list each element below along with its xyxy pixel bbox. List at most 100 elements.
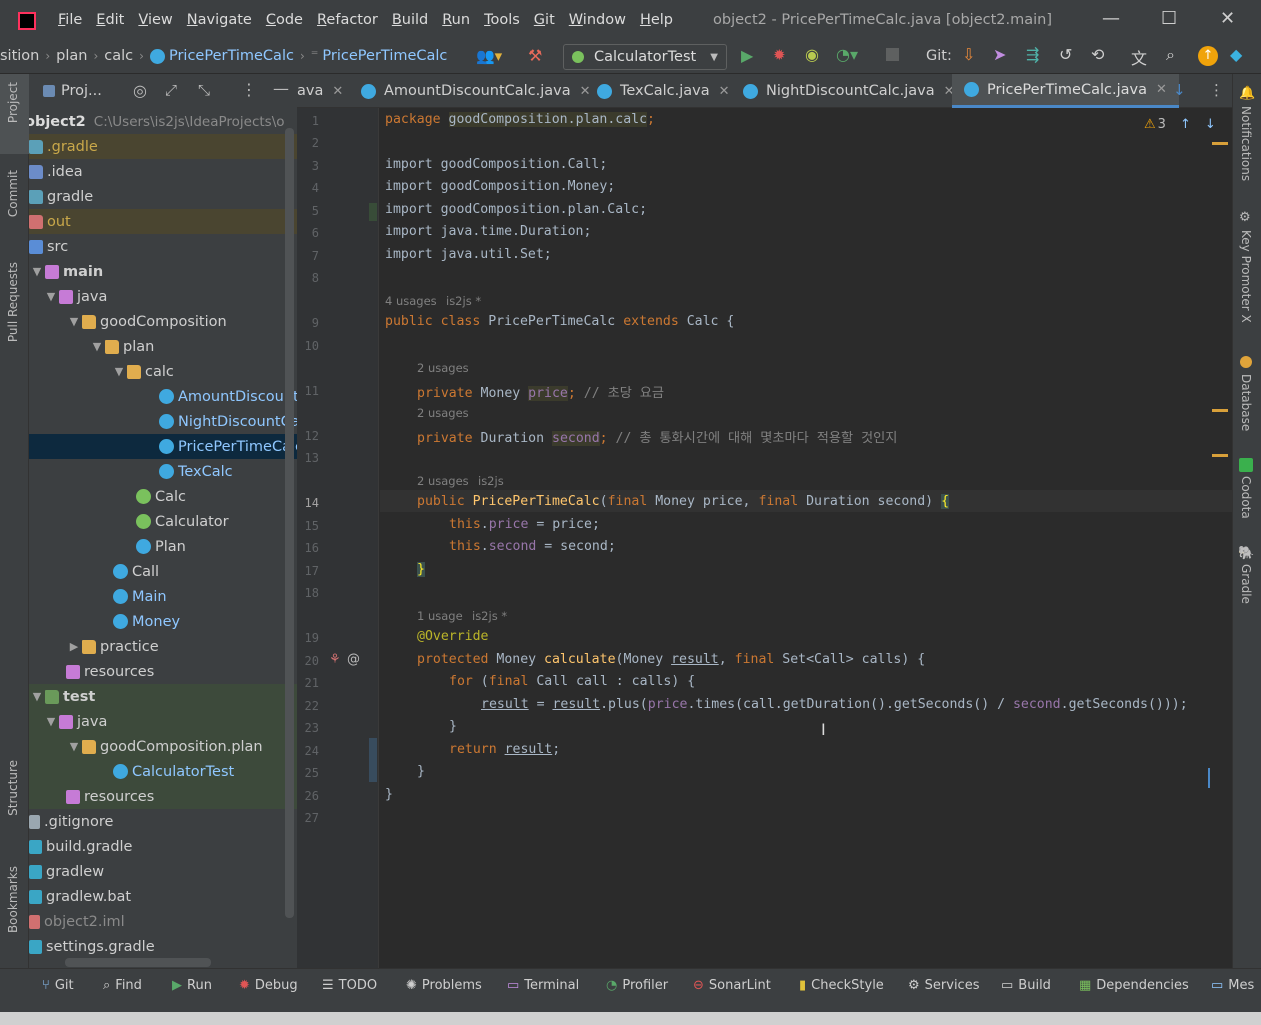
scroll-marker[interactable] [1208,768,1210,788]
menu-edit[interactable]: Edit [96,12,124,28]
tree-item[interactable]: ▶ practice [29,634,297,659]
warning-stripe[interactable] [1212,454,1228,457]
tool-run[interactable]: ▶ Run [172,978,212,993]
arrow-up-icon[interactable]: ↑ [1180,117,1191,132]
close-icon[interactable]: ✕ [580,84,591,99]
breadcrumb-item[interactable]: PricePerTimeCalc [322,48,447,64]
tool-tab-structure[interactable]: Structure [6,760,20,816]
tab-amount-discount-calc[interactable]: AmountDiscountCalc.java ✕ [361,74,591,108]
menu-run[interactable]: Run [442,12,470,28]
menu-refactor[interactable]: Refactor [317,12,378,28]
tool-tab-project[interactable]: Project [6,82,20,123]
tree-item[interactable]: gradlew [29,859,297,884]
tree-item[interactable]: ▼ test [29,684,297,709]
arrow-down-icon[interactable]: ↓ [1173,81,1186,99]
warning-stripe[interactable] [1212,409,1228,412]
tree-item[interactable]: resources [29,784,297,809]
breadcrumb-item[interactable]: calc [104,48,133,64]
maximize-icon[interactable]: ☐ [1161,8,1177,29]
menu-build[interactable]: Build [392,12,428,28]
breadcrumb-item[interactable]: plan [56,48,87,64]
tool-tab-codota[interactable]: Codota [1239,476,1253,519]
chevron-down-icon[interactable]: ▼ [29,690,45,703]
warning-stripe[interactable] [1212,142,1228,145]
inspection-widget[interactable]: ⚠ 3 ↑ ↓ [1144,117,1216,132]
tree-item[interactable]: ▼ goodComposition [29,309,297,334]
menu-file[interactable]: File [58,12,82,28]
tree-item[interactable]: src [29,234,297,259]
menu-git[interactable]: Git [534,12,555,28]
close-icon[interactable]: ✕ [1220,8,1235,29]
tree-item[interactable]: CalculatorTest [29,759,297,784]
usage-hint[interactable]: 2 usages [417,406,469,420]
usage-hint[interactable]: 1 usage [417,609,463,623]
usage-hint[interactable]: 2 usages [417,474,469,488]
tree-item-selected[interactable]: PricePerTimeCalc [29,434,297,459]
tool-todo[interactable]: ☰ TODO [322,978,377,993]
git-update-icon[interactable]: ⇩ [962,45,975,64]
project-panel-title[interactable]: Proj... [61,83,102,99]
usage-hint[interactable]: 2 usages [417,361,469,375]
chevron-right-icon[interactable]: ▶ [66,640,82,653]
hide-icon[interactable]: — [273,79,289,98]
tree-item[interactable]: Main [29,584,297,609]
update-icon[interactable]: ↑ [1198,46,1218,66]
close-icon[interactable]: ✕ [1156,82,1167,97]
tool-git[interactable]: ⑂ Git [42,978,74,993]
tree-item[interactable]: Calc [29,484,297,509]
tree-item[interactable]: ▼ plan [29,334,297,359]
menu-help[interactable]: Help [640,12,673,28]
tree-item[interactable]: ▼ main [29,259,297,284]
arrow-down-icon[interactable]: ↓ [1205,117,1216,132]
tool-problems[interactable]: ✺ Problems [406,978,482,993]
close-icon[interactable]: ✕ [332,84,343,99]
tool-find[interactable]: ⌕ Find [103,978,142,993]
tree-item[interactable]: NightDiscountCa [29,409,297,434]
chevron-down-icon[interactable]: ▼ [43,290,59,303]
minimize-icon[interactable]: — [1102,8,1120,29]
git-commit-icon[interactable]: ⇶ [1026,45,1039,64]
tab-tex-calc[interactable]: TexCalc.java ✕ [597,74,730,108]
rollback-icon[interactable]: ⟲ [1091,45,1104,64]
debug-icon[interactable]: ✹ [773,46,786,64]
tool-checkstyle[interactable]: ▮ CheckStyle [799,978,884,993]
history-icon[interactable]: ↺ [1059,45,1072,64]
tool-services[interactable]: ⚙ Services [908,978,979,993]
plugin-icon[interactable]: ◆ [1230,45,1242,64]
author-hint[interactable]: is2js * [472,609,507,623]
chevron-down-icon[interactable]: ▼ [89,340,105,353]
profile-icon[interactable]: ◔▾ [836,45,858,64]
tab-price-per-time-calc[interactable]: PricePerTimeCalc.java ✕ [952,74,1179,108]
author-hint[interactable]: is2js * [446,294,481,308]
tree-item[interactable]: resources [29,659,297,684]
collapse-icon[interactable]: ⤡ [198,81,210,99]
tool-terminal[interactable]: ▭ Terminal [507,978,579,993]
menu-code[interactable]: Code [266,12,303,28]
tab-night-discount-calc[interactable]: NightDiscountCalc.java ✕ [743,74,955,108]
menu-tools[interactable]: Tools [484,12,520,28]
tool-tab-key-promoter[interactable]: Key Promoter X [1239,230,1253,323]
expand-icon[interactable]: ⤢ [165,81,177,99]
tree-item[interactable]: Call [29,559,297,584]
more-options-icon[interactable]: ⋮ [1209,81,1224,99]
tool-profiler[interactable]: ◔ Profiler [606,978,668,993]
hammer-icon[interactable]: ⚒ [528,46,542,65]
breadcrumb-item[interactable]: sition [0,48,39,64]
close-icon[interactable]: ✕ [719,84,730,99]
tree-item[interactable]: .idea [29,159,297,184]
tool-tab-commit[interactable]: Commit [6,170,20,217]
tree-item[interactable]: ▼ java [29,709,297,734]
run-icon[interactable]: ▶ [741,46,753,65]
run-config-select[interactable]: CalculatorTest ▼ [563,44,727,70]
tree-item[interactable]: AmountDiscount [29,384,297,409]
override-icon[interactable]: ⚘ [329,652,341,667]
git-push-icon[interactable]: ➤ [993,45,1006,64]
tree-item[interactable]: settings.gradle [29,934,297,959]
coverage-icon[interactable]: ◉ [805,45,819,64]
tree-root[interactable]: object2 C:\Users\is2js\IdeaProjects\o [29,109,293,134]
tree-item[interactable]: ▼ calc [29,359,297,384]
code-editor[interactable]: ⚠ 3 ↑ ↓ package goodComposition.plan.cal… [380,108,1232,968]
tool-tab-notifications[interactable]: Notifications [1239,106,1253,181]
more-options-icon[interactable]: ⋮ [241,80,257,99]
project-scrollbar[interactable] [285,128,294,918]
